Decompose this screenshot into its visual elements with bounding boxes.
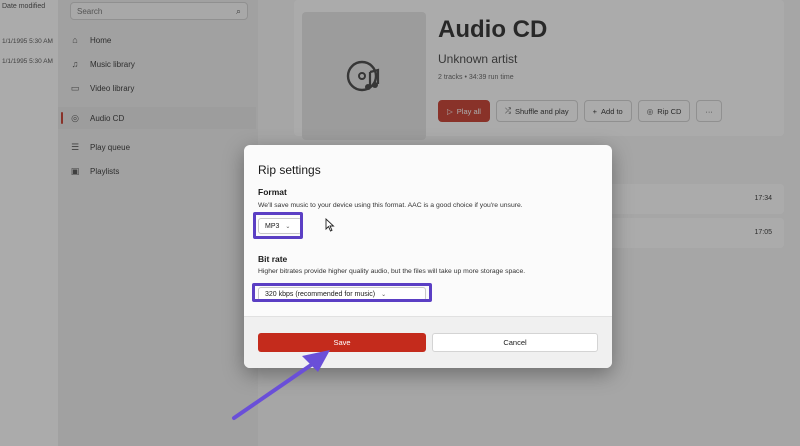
annotation-arrow-icon <box>232 350 330 420</box>
